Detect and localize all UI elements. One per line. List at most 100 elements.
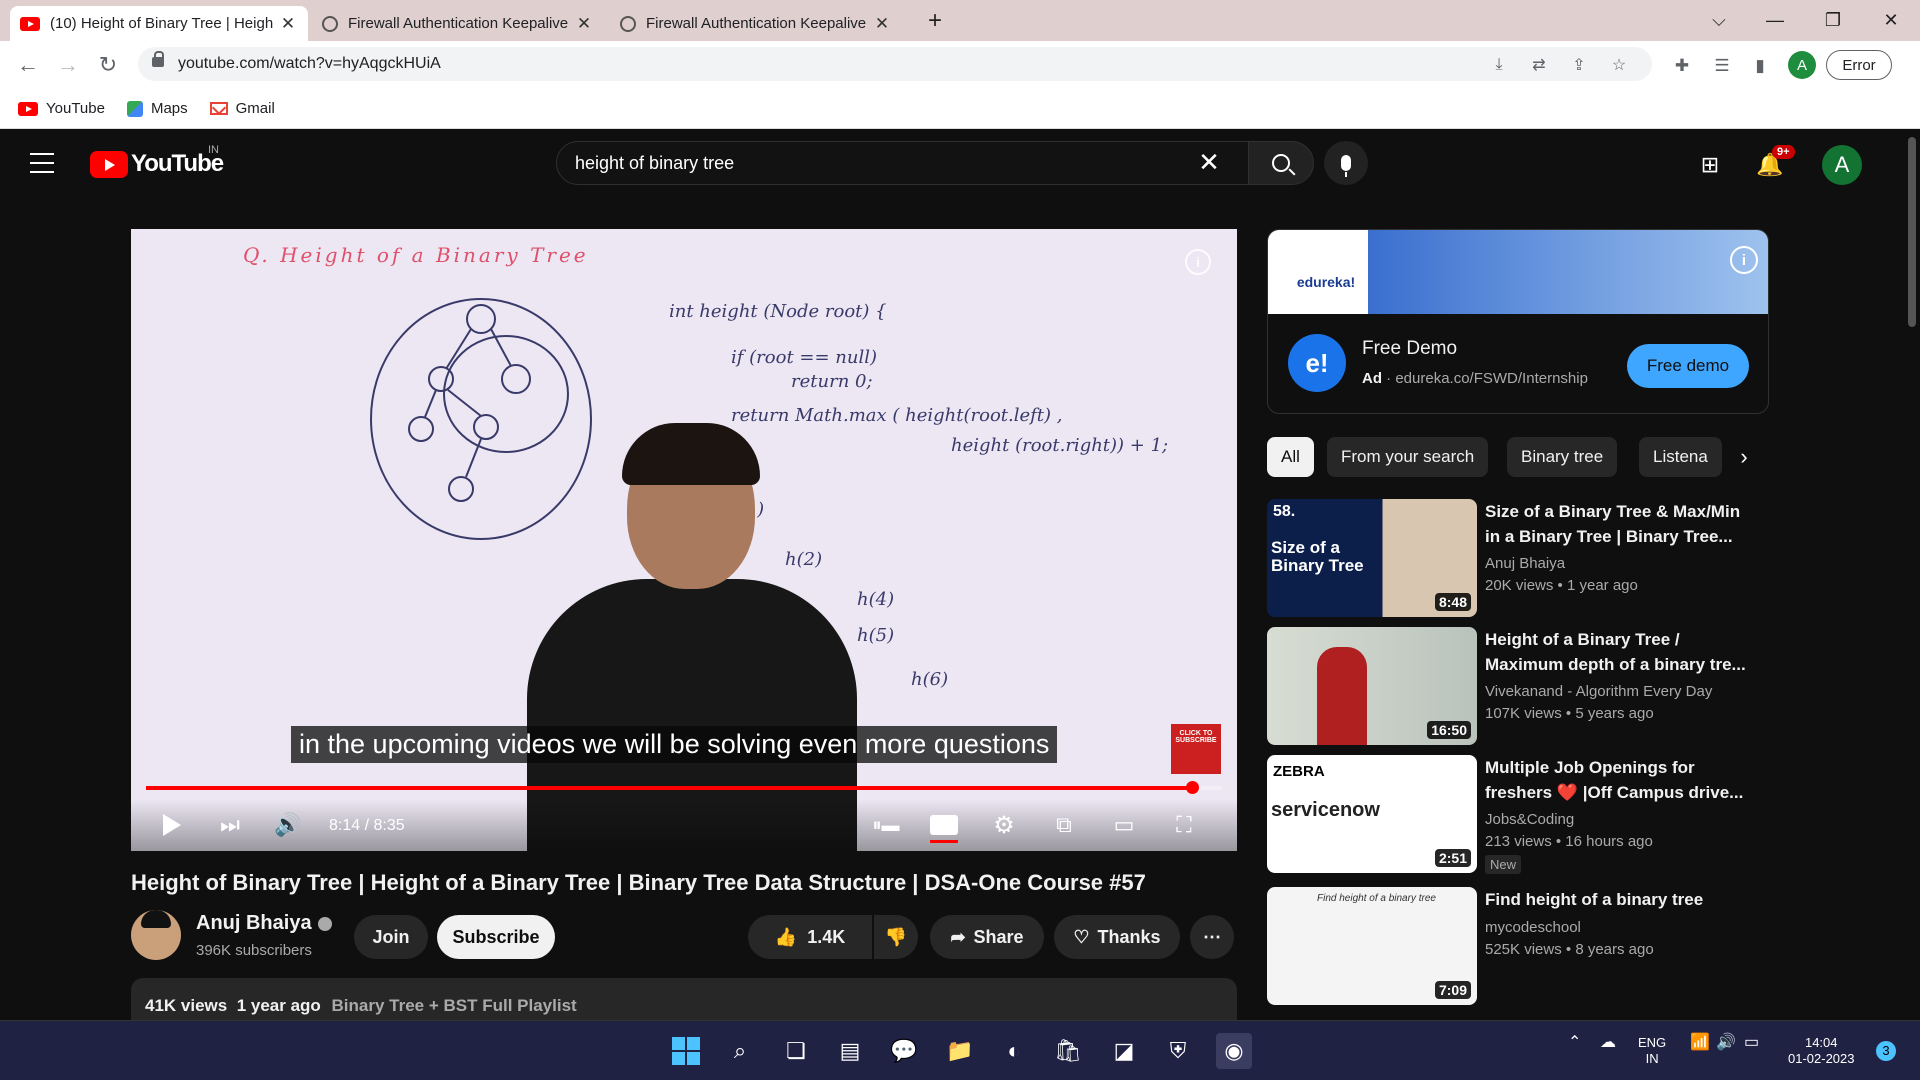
account-avatar[interactable]: A: [1822, 145, 1862, 185]
video-player[interactable]: Q. Height of a Binary Tree int height (N…: [131, 229, 1237, 851]
channel-avatar[interactable]: [131, 910, 181, 960]
tab-firewall-1[interactable]: Firewall Authentication Keepalive ✕: [312, 6, 604, 41]
ad-avatar[interactable]: e!: [1288, 334, 1346, 392]
teams-chat-icon[interactable]: 💬: [886, 1033, 922, 1069]
app-icon[interactable]: ◪: [1106, 1033, 1142, 1069]
fullscreen-icon[interactable]: ⛶: [1167, 811, 1201, 839]
channel-name[interactable]: mycodeschool: [1485, 919, 1581, 936]
error-button[interactable]: Error: [1826, 50, 1892, 80]
bookmark-maps[interactable]: Maps: [126, 100, 188, 117]
install-app-icon[interactable]: ⤓: [1488, 54, 1510, 76]
more-actions-button[interactable]: ⋯: [1190, 915, 1234, 959]
captions-button[interactable]: [927, 811, 961, 843]
tab-firewall-2[interactable]: Firewall Authentication Keepalive ✕: [610, 6, 902, 41]
recommendation-item[interactable]: ZEBRA servicenow 2:51 Multiple Job Openi…: [1267, 755, 1767, 874]
ad-info-icon[interactable]: i: [1730, 246, 1758, 274]
share-button[interactable]: ➦ Share: [930, 915, 1044, 959]
bookmark-gmail[interactable]: Gmail: [209, 100, 275, 117]
subscribe-button[interactable]: Subscribe: [437, 915, 555, 959]
address-bar[interactable]: youtube.com/watch?v=hyAqgckHUiA ⤓ ⇄ ⇪ ☆: [138, 47, 1652, 81]
theater-mode-icon[interactable]: ▭: [1107, 811, 1141, 839]
notification-count[interactable]: 3: [1876, 1041, 1896, 1061]
antivirus-shield-icon[interactable]: ⛨: [1160, 1033, 1196, 1069]
video-title[interactable]: Height of a Binary Tree / Maximum depth …: [1485, 627, 1755, 677]
search-input[interactable]: height of binary tree: [556, 141, 1266, 185]
tab-youtube[interactable]: (10) Height of Binary Tree | Heigh ✕: [10, 6, 308, 41]
play-button[interactable]: [155, 811, 189, 839]
autoplay-toggle[interactable]: ⏸▬: [869, 811, 903, 839]
reload-icon[interactable]: ↻: [92, 49, 124, 81]
youtube-logo[interactable]: YouTube IN: [90, 144, 224, 178]
chip-binary-tree[interactable]: Binary tree: [1507, 437, 1618, 477]
close-tab-icon[interactable]: ✕: [574, 14, 594, 34]
task-view-icon[interactable]: ❏: [778, 1033, 814, 1069]
video-thumbnail[interactable]: Find height of a binary tree 7:09: [1267, 887, 1477, 1005]
progress-bar[interactable]: [146, 781, 1222, 794]
speaker-icon[interactable]: 🔊: [1716, 1035, 1736, 1051]
reading-list-icon[interactable]: ☰: [1710, 54, 1734, 78]
search-button[interactable]: [1248, 141, 1314, 185]
close-window-button[interactable]: ✕: [1868, 0, 1914, 41]
restore-button[interactable]: ❐: [1810, 0, 1856, 41]
chrome-icon[interactable]: ◉: [1216, 1033, 1252, 1069]
chip-from-your-search[interactable]: From your search: [1327, 437, 1489, 477]
side-panel-icon[interactable]: ▮: [1748, 54, 1772, 78]
video-title[interactable]: Size of a Binary Tree & Max/Min in a Bin…: [1485, 499, 1755, 549]
tab-search-chevron-icon[interactable]: ⌵: [1696, 0, 1742, 41]
minimize-button[interactable]: —: [1752, 0, 1798, 41]
recommendation-item[interactable]: Find height of a binary tree 7:09 Find h…: [1267, 887, 1767, 1005]
extensions-icon[interactable]: ✚: [1670, 54, 1694, 78]
video-thumbnail[interactable]: 58. Size of a Binary Tree 8:48: [1267, 499, 1477, 617]
close-tab-icon[interactable]: ✕: [278, 14, 298, 34]
recommendation-item[interactable]: 16:50 Height of a Binary Tree / Maximum …: [1267, 627, 1767, 745]
page-scrollbar[interactable]: [1904, 129, 1920, 1020]
translate-icon[interactable]: ⇄: [1528, 54, 1550, 76]
taskbar-search-icon[interactable]: ⌕: [722, 1033, 758, 1069]
browser-profile-avatar[interactable]: A: [1788, 51, 1816, 79]
subscribe-overlay[interactable]: CLICK TO SUBSCRIBE: [1171, 724, 1221, 774]
like-button[interactable]: 👍 1.4K: [748, 915, 872, 959]
join-button[interactable]: Join: [354, 915, 428, 959]
tray-chevron-icon[interactable]: ⌃: [1568, 1035, 1581, 1051]
start-windows-icon[interactable]: [668, 1033, 704, 1069]
volume-icon[interactable]: 🔊: [271, 811, 305, 839]
language-indicator[interactable]: ENG IN: [1638, 1035, 1666, 1067]
info-icon[interactable]: i: [1185, 249, 1211, 275]
widgets-icon[interactable]: ▤: [832, 1033, 868, 1069]
dislike-button[interactable]: 👎: [874, 915, 918, 959]
chips-next-chevron-icon[interactable]: ›: [1724, 437, 1764, 477]
miniplayer-icon[interactable]: ⧉: [1047, 811, 1081, 839]
battery-icon[interactable]: ▭: [1744, 1035, 1759, 1051]
clear-search-icon[interactable]: ✕: [1194, 147, 1224, 177]
settings-gear-icon[interactable]: ⚙: [987, 811, 1021, 839]
channel-name[interactable]: Anuj Bhaiya: [196, 912, 332, 935]
new-tab-button[interactable]: +: [918, 6, 952, 36]
onedrive-cloud-icon[interactable]: ☁: [1600, 1035, 1616, 1051]
thanks-button[interactable]: ♡ Thanks: [1054, 915, 1180, 959]
free-demo-button[interactable]: Free demo: [1627, 344, 1749, 388]
channel-name[interactable]: Jobs&Coding: [1485, 811, 1574, 828]
wifi-icon[interactable]: 📶: [1690, 1035, 1710, 1051]
bookmark-youtube[interactable]: YouTube: [18, 100, 105, 117]
microsoft-store-icon[interactable]: 🛍: [1050, 1033, 1086, 1069]
clock[interactable]: 14:04 01-02-2023: [1788, 1035, 1855, 1067]
back-arrow-icon[interactable]: ←: [12, 49, 44, 81]
chip-listena[interactable]: Listena: [1639, 437, 1722, 477]
close-tab-icon[interactable]: ✕: [872, 14, 892, 34]
scrubber-handle[interactable]: [1186, 781, 1200, 794]
scrollbar-thumb[interactable]: [1908, 137, 1916, 327]
channel-name[interactable]: Anuj Bhaiya: [1485, 555, 1565, 572]
file-explorer-icon[interactable]: 📁: [942, 1033, 978, 1069]
video-title[interactable]: Multiple Job Openings for freshers ❤️ |O…: [1485, 755, 1755, 805]
playlist-link[interactable]: Binary Tree + BST Full Playlist: [332, 996, 577, 1015]
voice-search-button[interactable]: [1324, 141, 1368, 185]
bookmark-star-icon[interactable]: ☆: [1608, 54, 1630, 76]
video-thumbnail[interactable]: ZEBRA servicenow 2:51: [1267, 755, 1477, 873]
recommendation-item[interactable]: 58. Size of a Binary Tree 8:48 Size of a…: [1267, 499, 1767, 617]
create-video-icon[interactable]: ⊞: [1694, 149, 1726, 181]
forward-arrow-icon[interactable]: →: [52, 49, 84, 81]
channel-name[interactable]: Vivekanand - Algorithm Every Day: [1485, 683, 1712, 700]
next-video-icon[interactable]: ⏭: [213, 811, 247, 839]
ad-title[interactable]: Free Demo: [1362, 338, 1457, 360]
share-icon[interactable]: ⇪: [1568, 54, 1590, 76]
